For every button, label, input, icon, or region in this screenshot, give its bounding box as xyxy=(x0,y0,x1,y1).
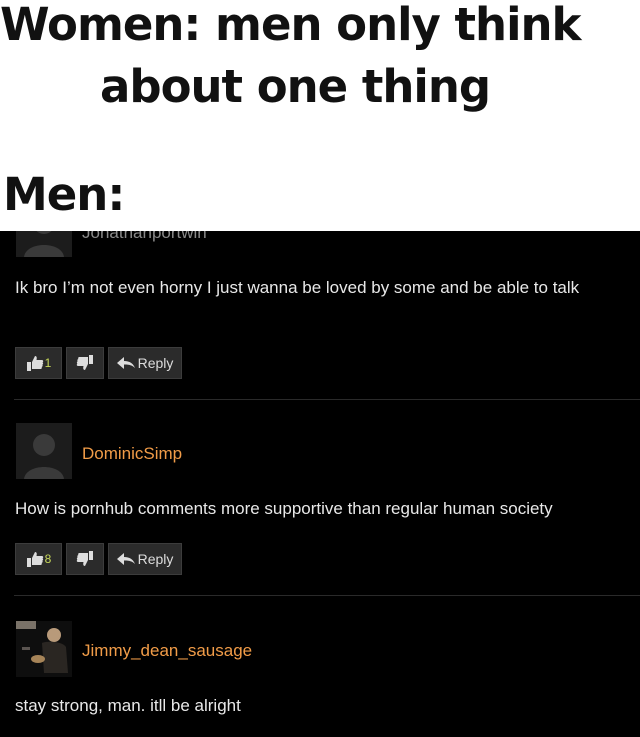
default-avatar-icon xyxy=(16,231,72,257)
meme-caption-area: Women: men only think about one thing Me… xyxy=(0,0,640,231)
user-photo-avatar xyxy=(16,621,72,677)
comment-text: Ik bro I’m not even horny I just wanna b… xyxy=(15,278,580,297)
avatar[interactable] xyxy=(16,231,72,257)
thumbs-up-button[interactable]: 8 xyxy=(15,543,62,575)
like-count: 1 xyxy=(44,356,52,370)
thumbs-down-button[interactable] xyxy=(66,543,104,575)
thumbs-up-icon xyxy=(26,356,43,371)
thumbs-up-icon xyxy=(26,552,43,567)
comment-username[interactable]: Jimmy_dean_sausage xyxy=(82,641,252,661)
comment-username[interactable]: Jonathanportwin xyxy=(82,231,207,243)
reply-arrow-icon xyxy=(116,357,135,369)
avatar[interactable] xyxy=(16,423,72,479)
thumbs-down-icon xyxy=(76,355,93,370)
reply-arrow-icon xyxy=(116,553,135,565)
default-avatar-icon xyxy=(16,423,72,479)
comment-divider xyxy=(14,595,640,596)
reply-button[interactable]: Reply xyxy=(108,347,182,379)
caption-line-1: Women: men only think xyxy=(0,0,581,51)
thumbs-up-button[interactable]: 1 xyxy=(15,347,62,379)
avatar[interactable] xyxy=(16,621,72,677)
comment-divider xyxy=(14,399,640,400)
comments-panel: Jonathanportwin Ik bro I’m not even horn… xyxy=(0,231,640,737)
comment-text: How is pornhub comments more supportive … xyxy=(15,499,553,518)
reply-label: Reply xyxy=(137,355,174,371)
thumbs-down-button[interactable] xyxy=(66,347,104,379)
comment-username[interactable]: DominicSimp xyxy=(82,444,182,464)
caption-line-3: Men: xyxy=(3,168,125,221)
caption-line-2: about one thing xyxy=(100,60,491,113)
reply-button[interactable]: Reply xyxy=(108,543,182,575)
thumbs-down-icon xyxy=(76,551,93,566)
comment-text: stay strong, man. itll be alright xyxy=(15,696,241,715)
reply-label: Reply xyxy=(137,551,174,567)
like-count: 8 xyxy=(44,552,52,566)
